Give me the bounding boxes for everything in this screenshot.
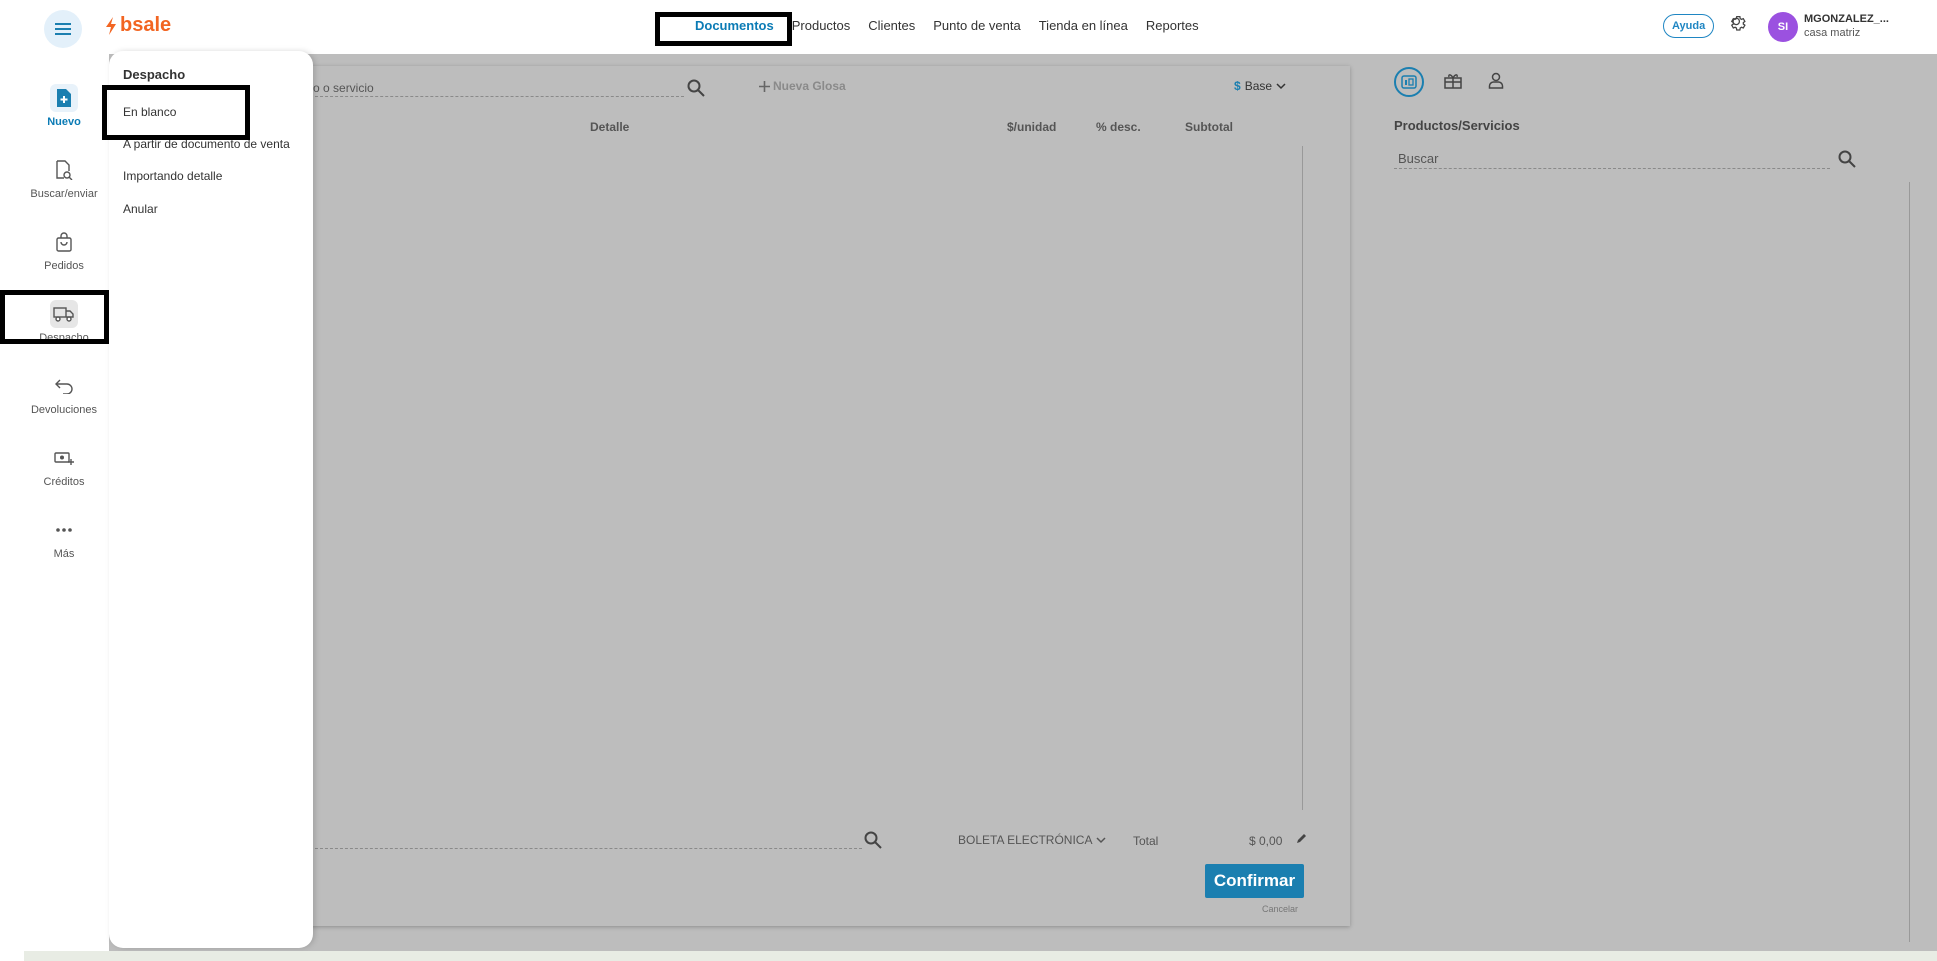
- sidebar-label-despacho: Despacho: [39, 332, 89, 344]
- gear-icon[interactable]: [1728, 14, 1748, 34]
- taskbar: [24, 951, 1937, 961]
- user-name[interactable]: MGONZALEZ_...: [1804, 13, 1889, 25]
- search-document-icon: [50, 156, 78, 184]
- document-panel: [310, 66, 1350, 926]
- cancel-link[interactable]: Cancelar: [1262, 904, 1298, 914]
- chevron-down-icon: [1096, 836, 1107, 843]
- nav-productos[interactable]: Productos: [783, 18, 860, 33]
- sidebar-label-pedidos: Pedidos: [44, 260, 84, 272]
- bsale-logo[interactable]: bsale: [104, 14, 171, 37]
- products-services-title: Productos/Servicios: [1394, 118, 1520, 133]
- menu-item-anular[interactable]: Anular: [123, 202, 158, 216]
- gift-icon[interactable]: [1444, 73, 1462, 89]
- menu-item-importing-detail[interactable]: Importando detalle: [123, 169, 222, 183]
- search-icon[interactable]: [687, 79, 705, 97]
- sidebar-label-creditos: Créditos: [43, 476, 85, 488]
- total-value: $ 0,00: [1249, 834, 1283, 848]
- new-document-icon: [50, 84, 78, 112]
- sidebar-item-despacho[interactable]: Despacho: [24, 300, 104, 344]
- hamburger-menu-button[interactable]: [44, 10, 82, 48]
- user-icon[interactable]: [1488, 72, 1504, 89]
- new-gloss-label: Nueva Glosa: [773, 79, 846, 93]
- return-arrow-icon: [50, 372, 78, 400]
- document-type-select[interactable]: BOLETA ELECTRÓNICA: [958, 833, 1107, 847]
- sidebar-item-creditos[interactable]: Créditos: [24, 444, 104, 488]
- new-gloss-button[interactable]: Nueva Glosa: [759, 79, 846, 93]
- sidebar-item-nuevo[interactable]: Nuevo: [24, 84, 104, 128]
- column-header-subtotal: Subtotal: [1185, 120, 1233, 134]
- bolt-icon: [106, 16, 116, 35]
- client-search-input[interactable]: [310, 848, 862, 849]
- nav-clientes[interactable]: Clientes: [859, 18, 924, 33]
- edit-pencil-icon[interactable]: [1296, 832, 1308, 844]
- truck-icon: [50, 300, 78, 328]
- sidebar-label-devoluciones: Devoluciones: [30, 404, 98, 416]
- sidebar-item-buscar-enviar[interactable]: Buscar/enviar: [24, 156, 104, 200]
- nav-tienda-en-linea[interactable]: Tienda en línea: [1030, 18, 1137, 33]
- price-list-value: Base: [1244, 79, 1273, 93]
- menu-item-from-sales-document[interactable]: A partir de documento de venta: [123, 137, 290, 151]
- price-list-select[interactable]: $ Base: [1234, 79, 1286, 93]
- main-nav: Documentos Productos Clientes Punto de v…: [672, 18, 1208, 33]
- bag-icon: [50, 228, 78, 256]
- sidebar-item-mas[interactable]: Más: [24, 516, 104, 560]
- products-search-icon[interactable]: [1838, 150, 1856, 168]
- plus-icon: [759, 80, 770, 92]
- chevron-down-icon: [1276, 82, 1286, 89]
- nav-documentos[interactable]: Documentos: [686, 18, 783, 33]
- logo-text: bsale: [120, 14, 172, 36]
- total-label: Total: [1133, 834, 1159, 848]
- products-search-input[interactable]: [1394, 168, 1830, 169]
- catalog-icon: [1401, 75, 1417, 89]
- tab-catalog[interactable]: [1394, 67, 1424, 97]
- nav-reportes[interactable]: Reportes: [1137, 18, 1208, 33]
- sidebar-label-mas: Más: [53, 548, 75, 560]
- product-search-placeholder: o o servicio: [313, 81, 374, 95]
- help-button[interactable]: Ayuda: [1663, 14, 1715, 38]
- money-plus-icon: [50, 444, 78, 472]
- products-search-placeholder: Buscar: [1398, 151, 1439, 166]
- column-header-detalle: Detalle: [590, 120, 630, 134]
- column-header-discount: % desc.: [1096, 120, 1141, 134]
- currency-symbol: $: [1234, 79, 1241, 93]
- document-type-value: BOLETA ELECTRÓNICA: [958, 833, 1093, 847]
- confirm-button[interactable]: Confirmar: [1205, 864, 1304, 898]
- product-search-input[interactable]: [310, 96, 684, 97]
- left-sidebar: Nuevo Buscar/enviar Pedidos Despacho Dev…: [24, 54, 109, 951]
- menu-item-en-blanco[interactable]: En blanco: [123, 105, 176, 119]
- sidebar-item-pedidos[interactable]: Pedidos: [24, 228, 104, 272]
- hamburger-icon: [55, 23, 71, 35]
- sidebar-label-nuevo: Nuevo: [47, 116, 81, 128]
- scrollbar-track[interactable]: [1302, 146, 1303, 810]
- column-header-unit-price: $/unidad: [1007, 120, 1057, 134]
- nav-punto-de-venta[interactable]: Punto de venta: [924, 18, 1029, 33]
- right-panel-scrollbar[interactable]: [1909, 182, 1910, 942]
- user-branch: casa matriz: [1804, 27, 1861, 39]
- more-dots-icon: [50, 516, 78, 544]
- sidebar-item-devoluciones[interactable]: Devoluciones: [24, 372, 104, 416]
- client-search-icon[interactable]: [864, 831, 882, 849]
- avatar[interactable]: SI: [1768, 12, 1798, 42]
- popup-title: Despacho: [123, 67, 186, 82]
- sidebar-label-buscar-enviar: Buscar/enviar: [30, 188, 98, 200]
- despacho-dropdown-menu: Despacho En blanco A partir de documento…: [109, 51, 313, 948]
